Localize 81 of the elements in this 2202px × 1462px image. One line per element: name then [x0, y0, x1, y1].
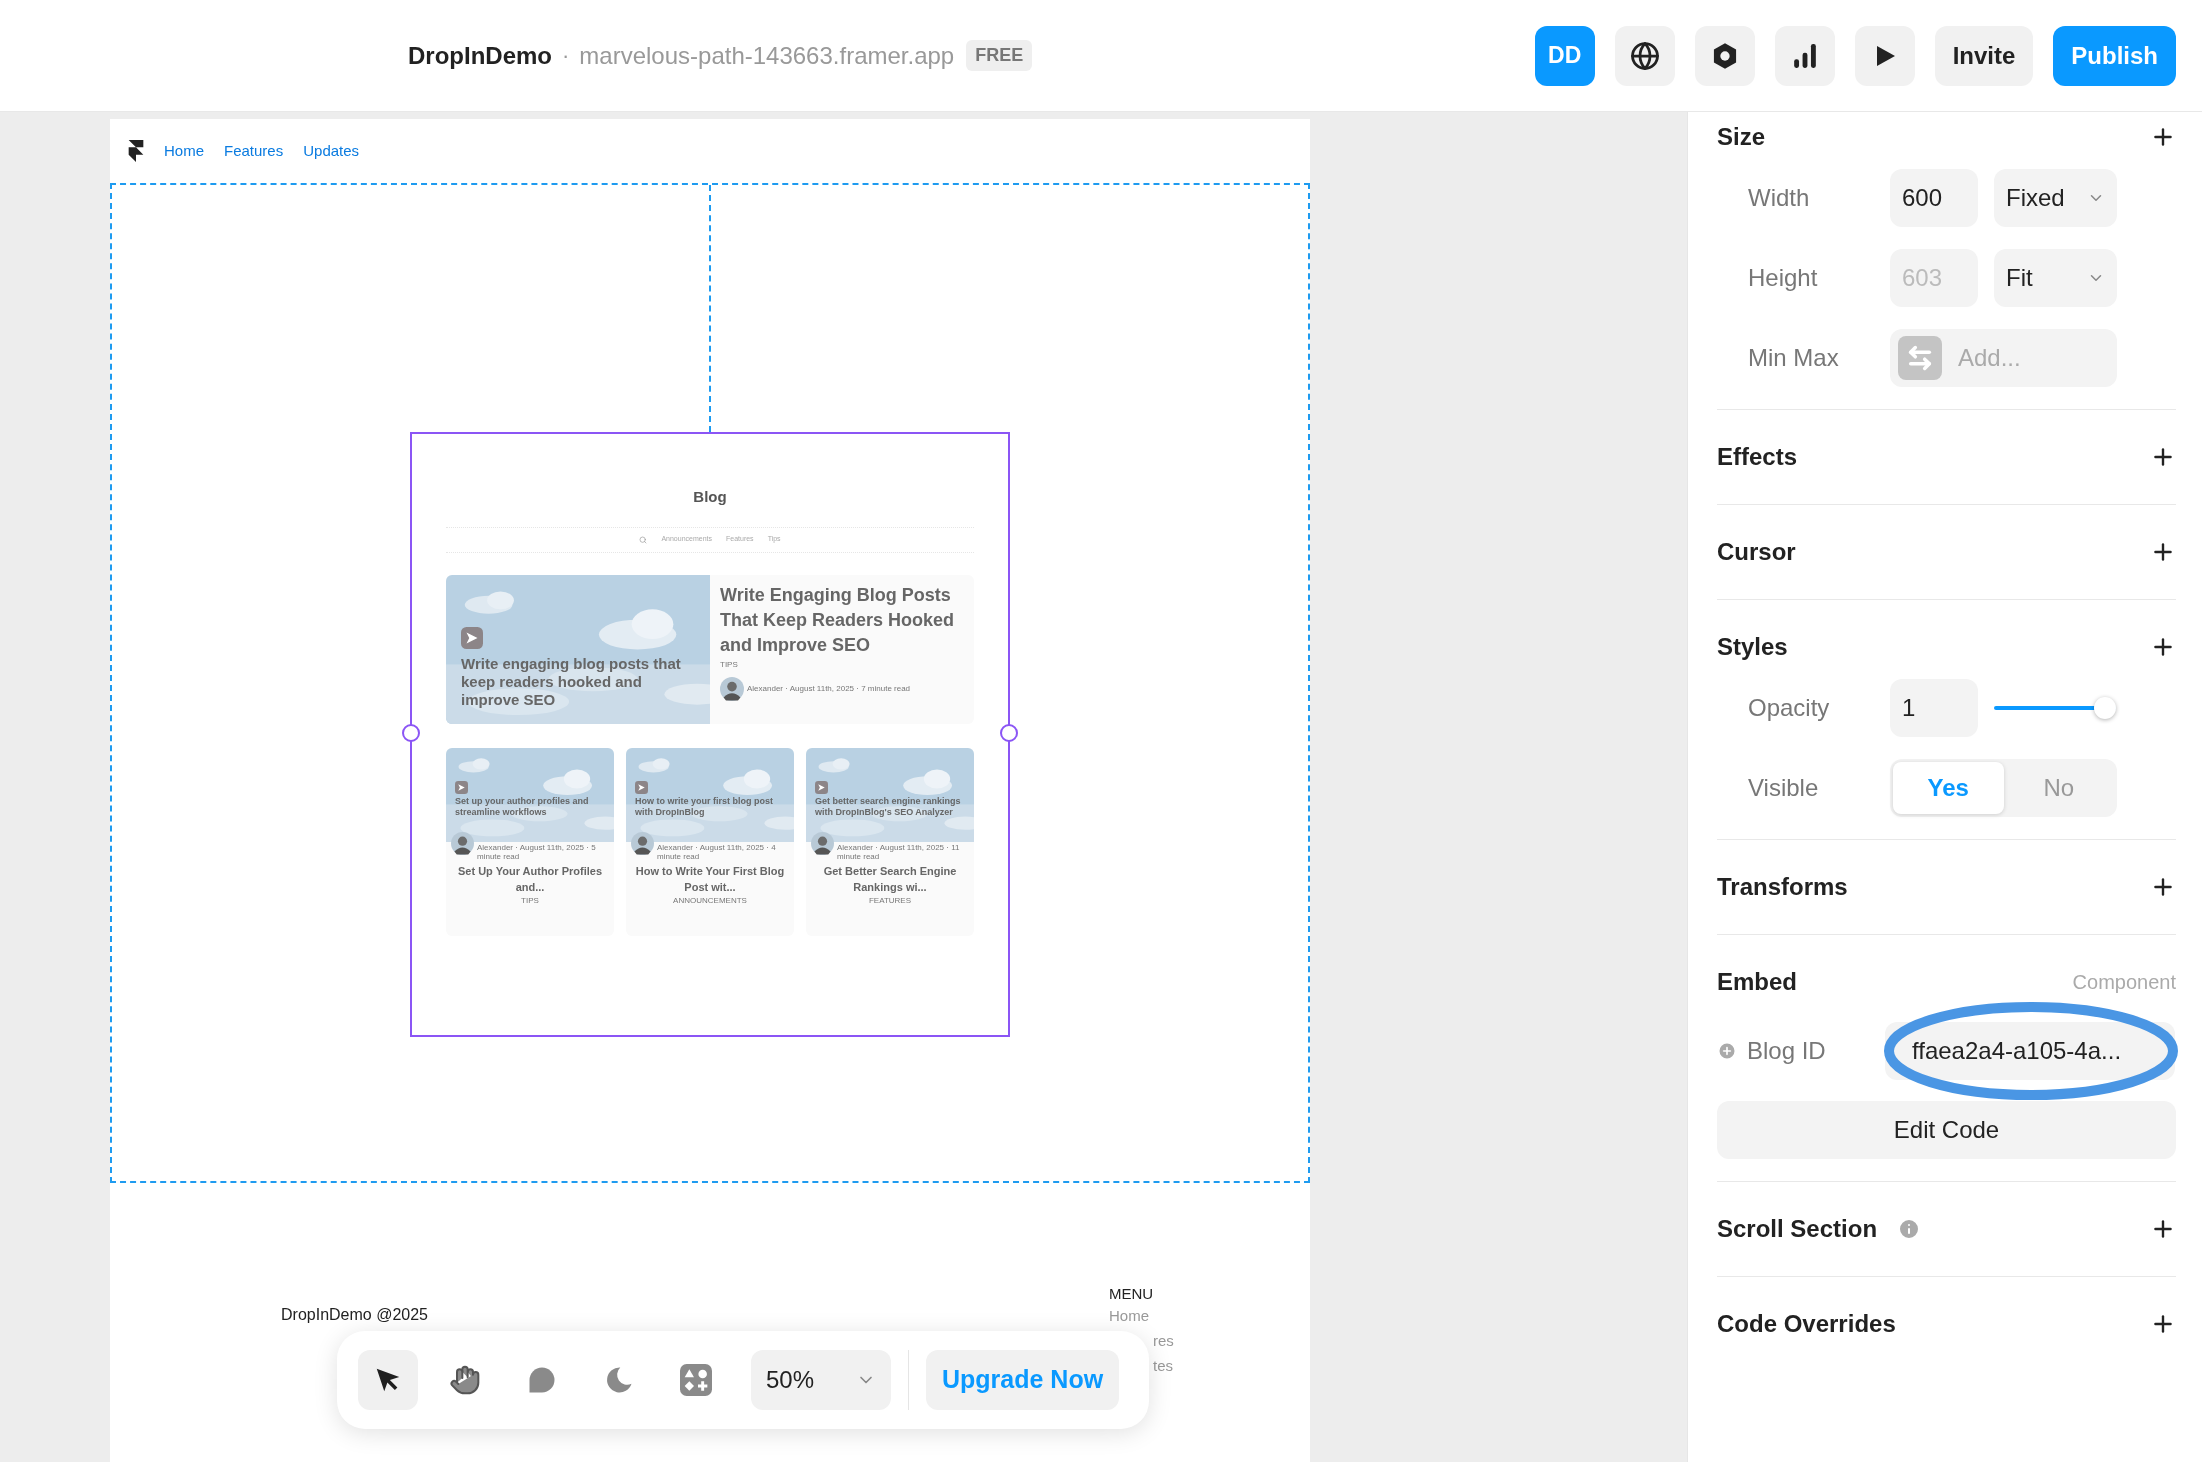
- post-card[interactable]: How to write your first blog post with DropInBlog Alexander · August 11th, 2025 · 4 minute read How to Write Your First Blog Post wit... ANNOUNCEMENTS: [626, 747, 794, 936]
- avatar-icon: [811, 831, 834, 855]
- image-caption: Set up your author profiles and streamline workflows: [455, 795, 590, 818]
- section-title: Size: [1717, 122, 1766, 152]
- shapes-icon: [680, 1364, 712, 1396]
- separator-dot: ·: [562, 42, 570, 70]
- analytics-button[interactable]: [1774, 25, 1835, 86]
- framer-logo-icon: [128, 140, 144, 162]
- avatar-icon: [451, 831, 474, 855]
- field-label: Visible: [1748, 773, 1820, 803]
- section-title: Effects: [1717, 442, 1798, 472]
- user-avatar[interactable]: DD: [1534, 25, 1595, 86]
- nav-link[interactable]: Updates: [303, 139, 360, 163]
- image-caption: Write engaging blog posts that keep readers hooked and improve SEO: [461, 654, 682, 709]
- hand-icon: [449, 1364, 481, 1396]
- field-label: Min Max: [1748, 343, 1840, 373]
- sizing-dropdown[interactable]: Fixed: [1994, 169, 2117, 227]
- globe-icon: [1629, 40, 1660, 71]
- toggle-option[interactable]: No: [2003, 762, 2114, 814]
- upgrade-button[interactable]: Upgrade Now: [926, 1350, 1120, 1410]
- plan-badge: FREE: [966, 40, 1033, 71]
- hexagon-button[interactable]: [1694, 25, 1755, 86]
- post-tag: ANNOUNCEMENTS: [626, 894, 794, 907]
- resize-arrows-icon: [1898, 336, 1942, 380]
- toggle-option[interactable]: Yes: [1893, 762, 2004, 814]
- number-field[interactable]: 600: [1890, 169, 1978, 227]
- nav-link[interactable]: Features: [224, 139, 284, 163]
- moon-icon: [604, 1365, 634, 1395]
- post-card[interactable]: Set up your author profiles and streamline workflows Alexander · August 11th, 2025 · 5 minute read Set Up Your Author Profiles and... TIPS: [446, 747, 614, 936]
- post-title: How to Write Your First Blog Post wit...: [634, 863, 786, 895]
- image-caption: Get better search engine rankings with DropInBlog's SEO Analyzer: [815, 795, 962, 818]
- menu-link[interactable]: res: [1153, 1330, 1174, 1352]
- invite-button[interactable]: Invite: [1934, 25, 2034, 86]
- post-tag: TIPS: [446, 894, 614, 907]
- section-title: Code Overrides: [1717, 1309, 1896, 1339]
- image-caption: How to write your first blog post with DropInBlog: [635, 795, 774, 818]
- field-label: Width: [1748, 183, 1811, 213]
- post-card[interactable]: Get better search engine rankings with DropInBlog's SEO Analyzer Alexander · August 11th, 2025 · 11 minute read Get Better Search Engine Rankings wi... FEATURES: [806, 747, 974, 936]
- post-meta: Alexander · August 11th, 2025 · 11 minute read: [837, 842, 961, 861]
- field-label: Opacity: [1748, 693, 1831, 723]
- footer-copyright: DropInDemo @2025: [281, 1306, 428, 1323]
- selected-embed[interactable]: [410, 432, 1010, 1037]
- globe-button[interactable]: [1614, 25, 1675, 86]
- resize-handle[interactable]: [402, 724, 420, 742]
- site-domain[interactable]: marvelous-path-143663.framer.app: [579, 37, 955, 74]
- menu-heading: MENU: [1109, 1284, 1154, 1304]
- avatar-icon: [631, 831, 654, 855]
- section-title: Transforms: [1717, 872, 1848, 902]
- zoom-dropdown[interactable]: 50%: [751, 1350, 891, 1410]
- post-meta: Alexander · August 11th, 2025 · 4 minute read: [657, 842, 777, 861]
- section-title: Scroll Section: [1717, 1214, 1878, 1244]
- nav-link[interactable]: Home: [164, 139, 204, 163]
- menu-link[interactable]: tes: [1153, 1355, 1173, 1377]
- post-title: Write Engaging Blog Posts That Keep Readers Hooked and Improve SEO: [720, 583, 956, 657]
- section-title: Cursor: [1717, 537, 1796, 567]
- post-title: Get Better Search Engine Rankings wi...: [822, 863, 958, 895]
- resize-handle[interactable]: [1000, 724, 1018, 742]
- opacity-field[interactable]: 1: [1890, 679, 1978, 737]
- slider-thumb[interactable]: [2094, 697, 2116, 719]
- post-tag: FEATURES: [806, 894, 974, 907]
- tool-button[interactable]: [358, 1350, 418, 1410]
- post-meta: Alexander · August 11th, 2025 · 7 minute read: [747, 682, 911, 695]
- field-label: Blog ID: [1747, 1036, 1827, 1066]
- menu-link[interactable]: Home: [1109, 1305, 1149, 1327]
- section-title: Embed: [1717, 967, 1797, 997]
- section-subtitle: Component: [2072, 970, 2176, 995]
- field-label: Height: [1748, 263, 1819, 293]
- publish-button[interactable]: Publish: [2053, 25, 2176, 86]
- bar-chart-icon: [1791, 42, 1818, 69]
- avatar-icon: [720, 676, 744, 701]
- post-tag: TIPS: [720, 658, 964, 671]
- post-title: Set Up Your Author Profiles and...: [457, 863, 603, 895]
- preview-button[interactable]: [1854, 25, 1915, 86]
- section-title: Styles: [1717, 632, 1788, 662]
- opacity-slider[interactable]: [1994, 697, 2116, 719]
- blog-heading: Blog: [693, 487, 727, 507]
- featured-post-card[interactable]: Write engaging blog posts that keep readers hooked and improve SEO Write Engaging Blog Posts That Keep Readers Hooked and Improve SEO TIPS Alexander · August 11th, 2025 · 7 minute read: [446, 574, 974, 724]
- post-meta: Alexander · August 11th, 2025 · 5 minute read: [477, 842, 597, 861]
- edit-code-button[interactable]: Edit Code: [1717, 1101, 2176, 1159]
- comment-icon: [527, 1365, 557, 1395]
- project-name: DropInDemo: [408, 40, 552, 71]
